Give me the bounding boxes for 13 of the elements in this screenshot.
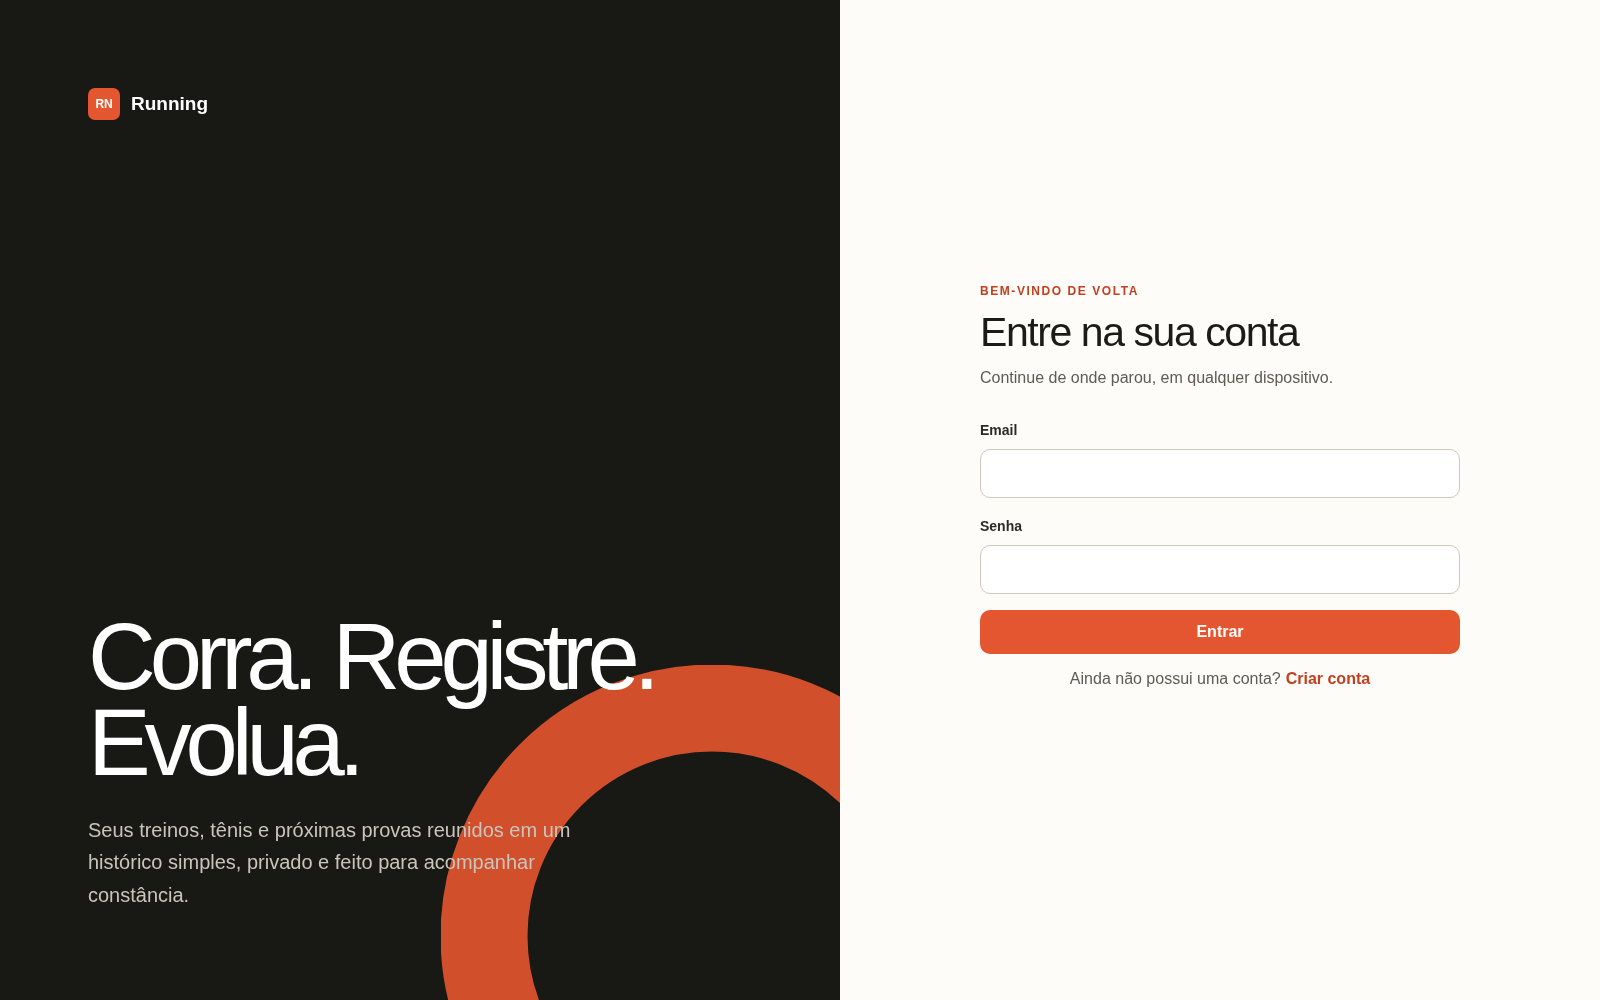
field-label: Senha — [980, 517, 1023, 536]
form-title: Entre na sua conta — [980, 308, 1301, 356]
logo-badge: RN — [88, 88, 120, 120]
input-field[interactable] — [980, 449, 1460, 498]
login-button[interactable]: Entrar — [980, 610, 1460, 654]
eyebrow-text: BEM-VINDO DE VOLTA — [980, 283, 1140, 299]
form-subtitle: Continue de onde parou, em qualquer dispositivo. — [980, 368, 1335, 388]
brand-name: Running — [131, 93, 209, 115]
field-label: Email — [980, 421, 1019, 440]
input-field[interactable] — [980, 545, 1460, 594]
signup-prompt: Ainda não possui uma conta? — [1069, 669, 1281, 689]
signup-link[interactable]: Criar conta — [1285, 667, 1371, 691]
hero-headline: Corra. Registre. Evolua. — [88, 613, 655, 786]
